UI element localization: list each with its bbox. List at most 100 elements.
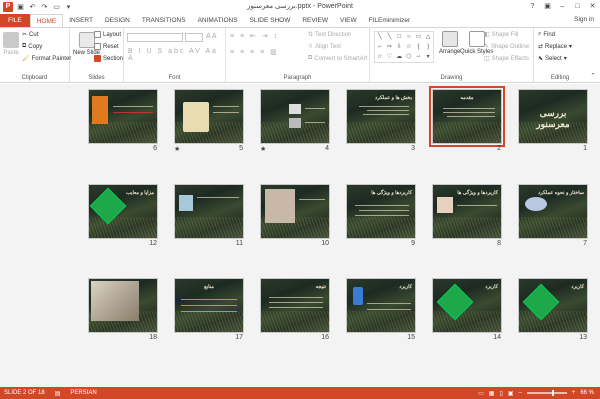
list-format-icons[interactable]: ≡ ≡ ⇤ ⇥ ↕	[230, 32, 279, 40]
arrow-shape-icon[interactable]: ⇨	[385, 42, 395, 52]
replace-icon: ⇄	[538, 44, 544, 50]
hexagon-shape-icon[interactable]: ⬡	[404, 52, 414, 62]
cut-button[interactable]: ✂ Cut	[22, 31, 38, 39]
slide-number: 15	[407, 334, 415, 341]
font-grow-icon[interactable]: A A	[206, 33, 217, 40]
slide-thumbnail[interactable]: نتیجه 16	[260, 278, 330, 341]
zoom-out-icon[interactable]: –	[518, 390, 521, 396]
slide-thumbnail[interactable]: مزایا و معایب 12	[88, 184, 158, 247]
curve-shape-icon[interactable]: ∽	[414, 52, 424, 62]
minimize-icon[interactable]: –	[555, 0, 570, 12]
slide-thumbnail[interactable]: کاربرد 15	[346, 278, 416, 341]
shape-fill-button[interactable]: ◧ Shape Fill	[484, 31, 518, 39]
line-shape-icon[interactable]: ╲	[385, 32, 395, 42]
slide-thumbnail[interactable]: 18	[88, 278, 158, 341]
slide-number: 13	[579, 334, 587, 341]
reset-button[interactable]: Reset	[94, 43, 119, 50]
triangle-shape-icon[interactable]: △	[423, 32, 433, 42]
find-button[interactable]: ⌕ Find	[538, 31, 555, 38]
paste-button[interactable]: Paste	[3, 32, 19, 56]
slide-thumbnail[interactable]: 10	[260, 184, 330, 247]
clipboard-group: Paste ✂ Cut ⧉ Copy 🖌 Format Painter Clipboa…	[0, 28, 71, 82]
more-shapes-icon[interactable]: ▾	[423, 52, 433, 62]
tab-animations[interactable]: ANIMATIONS	[192, 14, 244, 27]
normal-view-icon[interactable]: ▭	[478, 390, 484, 397]
slide-thumbnail[interactable]: منابع 17	[174, 278, 244, 341]
slide-preview: کاربرد	[346, 278, 416, 333]
align-text-icon: ⇳	[308, 44, 314, 50]
slide-sorter-view-icon[interactable]: ▦	[489, 390, 495, 397]
brace-shape-icon[interactable]: {	[414, 42, 424, 52]
reset-icon	[94, 43, 101, 50]
tab-fileminimizer[interactable]: FILEminimizer	[363, 14, 417, 27]
slide-thumbnail[interactable]: بررسی معرسنور 1	[518, 89, 588, 152]
replace-button[interactable]: ⇄ Replace ▾	[538, 43, 572, 51]
slide-thumbnail[interactable]: ★ 4	[260, 89, 330, 153]
tab-file[interactable]: FILE	[0, 14, 30, 27]
tab-home[interactable]: HOME	[29, 14, 64, 27]
tab-transitions[interactable]: TRANSITIONS	[136, 14, 192, 27]
oval-shape-icon[interactable]: ○	[404, 32, 414, 42]
font-name-combo[interactable]	[127, 33, 183, 42]
tab-insert[interactable]: INSERT	[63, 14, 99, 27]
line-shape-icon[interactable]: ⌐	[375, 42, 385, 52]
slide-title: منابع	[204, 284, 214, 290]
align-format-icons[interactable]: ≡ ≡ ≡ ≡ ▥	[230, 48, 279, 56]
shapes-gallery[interactable]: ╲ ╲ □ ○ ▭ △ ⌐ ⇨ ⇩ ☆{} ☆ ♡ ☁ ⬡ ∽ ▾	[374, 31, 434, 63]
animation-star-icon: ★	[174, 146, 181, 153]
font-format-icons[interactable]: B I U S abc AV Aa A	[128, 48, 225, 62]
zoom-level[interactable]: 66 %	[580, 390, 594, 396]
reading-view-icon[interactable]: ▯	[499, 390, 502, 397]
convert-smartart-button[interactable]: ⧉ Convert to SmartArt	[308, 55, 367, 62]
tab-review[interactable]: REVIEW	[296, 14, 334, 27]
shape-effects-button[interactable]: ◫ Shape Effects	[484, 55, 529, 63]
star-shape-icon[interactable]: ☆	[375, 52, 385, 62]
slideshow-view-icon[interactable]: ▣	[508, 390, 514, 397]
layout-button[interactable]: Layout	[94, 31, 121, 38]
text-direction-button[interactable]: ⇅ Text Direction	[308, 31, 351, 39]
section-button[interactable]: Section	[94, 55, 123, 62]
align-text-button[interactable]: ⇳ Align Text	[308, 43, 341, 51]
star-shape-icon[interactable]: ☆	[404, 42, 414, 52]
slide-number: 6	[153, 145, 157, 152]
line-shape-icon[interactable]: ╲	[375, 32, 385, 42]
copy-button[interactable]: ⧉ Copy	[22, 43, 42, 50]
brace-shape-icon[interactable]: }	[423, 42, 433, 52]
zoom-slider[interactable]	[526, 390, 567, 396]
slide-thumbnail[interactable]: کاربرد 14	[432, 278, 502, 341]
arrange-button[interactable]: Arrange	[439, 31, 460, 55]
heart-shape-icon[interactable]: ♡	[385, 52, 395, 62]
slide-thumbnail[interactable]: کاربردها و ویژگی ها 8	[432, 184, 502, 247]
maximize-icon[interactable]: □	[570, 0, 585, 12]
proofing-icon[interactable]: ▤	[55, 390, 61, 397]
help-icon[interactable]: ?	[525, 0, 540, 12]
ribbon-display-icon[interactable]: ▣	[540, 0, 555, 12]
slide-thumbnail[interactable]: 11	[174, 184, 244, 247]
slide-thumbnail[interactable]: مقدمه 2	[429, 86, 505, 152]
slide-thumbnail[interactable]: ★ 5	[174, 89, 244, 153]
format-painter-button[interactable]: 🖌 Format Painter	[22, 55, 71, 63]
cloud-shape-icon[interactable]: ☁	[394, 52, 404, 62]
arrow-shape-icon[interactable]: ⇩	[394, 42, 404, 52]
zoom-in-icon[interactable]: +	[572, 390, 576, 396]
rectangle-shape-icon[interactable]: ▭	[414, 32, 424, 42]
sign-in-link[interactable]: Sign in	[574, 16, 594, 23]
select-button[interactable]: ⬉ Select ▾	[538, 55, 567, 63]
shape-effects-label: Shape Effects	[491, 55, 529, 62]
zoom-slider-thumb[interactable]	[551, 390, 554, 396]
slide-thumbnail[interactable]: 6	[88, 89, 158, 152]
slide-number: 18	[149, 334, 157, 341]
tab-view[interactable]: VIEW	[334, 14, 363, 27]
tab-slide-show[interactable]: SLIDE SHOW	[244, 14, 297, 27]
slide-thumbnail[interactable]: کاربردها و ویژگی ها 9	[346, 184, 416, 247]
language-indicator[interactable]: PERSIAN	[70, 390, 96, 397]
slide-thumbnail[interactable]: بخش ها و عملکرد 3	[346, 89, 416, 152]
rectangle-shape-icon[interactable]: □	[394, 32, 404, 42]
collapse-ribbon-icon[interactable]: ⌃	[590, 72, 596, 80]
font-size-combo[interactable]	[185, 33, 203, 42]
slide-thumbnail[interactable]: ساختار و نحوه عملکرد 7	[518, 184, 588, 247]
close-icon[interactable]: ✕	[585, 0, 600, 12]
slide-thumbnail[interactable]: کاربرد 13	[518, 278, 588, 341]
shape-outline-button[interactable]: ✎ Shape Outline	[484, 43, 529, 51]
tab-design[interactable]: DESIGN	[99, 14, 136, 27]
